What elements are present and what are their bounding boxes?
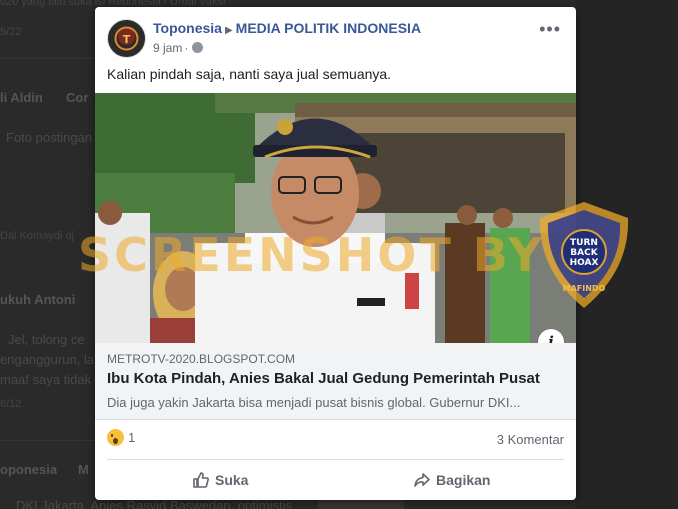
group-name-link[interactable]: MEDIA POLITIK INDONESIA [236, 20, 421, 36]
reaction-count: 1 [128, 430, 136, 445]
arrow-right-icon: ▶ [224, 25, 233, 36]
watermark-text: SCREENSHOT BY [78, 228, 545, 282]
post-header: T Toponesia ▶ MEDIA POLITIK INDONESIA 9 ja… [107, 17, 567, 58]
like-label: Suka [215, 472, 249, 488]
svg-text:HOAX: HOAX [570, 258, 599, 268]
link-title[interactable]: Ibu Kota Pindah, Anies Bakal Jual Gedung… [107, 370, 540, 387]
post-meta: 9 jam · [153, 41, 204, 55]
bg-text: 5/22 [0, 26, 22, 38]
bg-text: Dal Komaydi dj [0, 230, 74, 242]
link-preview[interactable]: METROTV-2020.BLOGSPOT.COM Ibu Kota Pinda… [95, 343, 576, 420]
bg-text: maaf saya tidak [0, 372, 92, 387]
link-domain: METROTV-2020.BLOGSPOT.COM [107, 352, 296, 366]
comment-count[interactable]: 3 Komentar [497, 432, 564, 447]
bg-text: enganggurun, la [0, 352, 94, 367]
svg-text:BACK: BACK [570, 248, 598, 258]
divider [107, 459, 564, 460]
bg-text: oponesia [0, 462, 58, 477]
bg-text: li Aldin [0, 90, 43, 105]
bg-text: Foto postingan [6, 130, 93, 145]
reaction-summary[interactable]: 1 [107, 429, 135, 446]
post-time[interactable]: 9 jam [153, 41, 182, 55]
like-button[interactable]: Suka [192, 471, 248, 489]
globe-icon [192, 42, 204, 53]
page-avatar[interactable]: T [107, 19, 146, 58]
share-button[interactable]: Bagikan [413, 471, 490, 489]
post-text: Kalian pindah saja, nanti saya jual semu… [107, 66, 392, 82]
bg-text: Jel, tolong ce [8, 332, 85, 347]
bg-text: 6/12 [0, 398, 22, 410]
mafindo-badge-logo: TURN BACK HOAX MAFINDO [539, 202, 629, 308]
bg-text: M [78, 462, 89, 477]
bg-text: Cor [66, 90, 89, 105]
wow-reaction-icon [107, 429, 124, 446]
share-icon [414, 473, 430, 487]
thumbs-up-icon [193, 472, 209, 488]
post-author: Toponesia ▶ MEDIA POLITIK INDONESIA [153, 20, 421, 36]
svg-text:MAFINDO: MAFINDO [563, 284, 606, 293]
page-name-link[interactable]: Toponesia [153, 20, 222, 36]
bg-text: ukuh Antoni [0, 292, 76, 307]
link-description: Dia juga yakin Jakarta bisa menjadi pusa… [107, 395, 521, 410]
svg-text:T: T [123, 33, 131, 46]
more-options-icon[interactable]: ••• [539, 19, 561, 40]
share-label: Bagikan [436, 472, 491, 488]
svg-text:TURN: TURN [570, 238, 598, 248]
link-preview-image[interactable]: i [95, 93, 576, 343]
